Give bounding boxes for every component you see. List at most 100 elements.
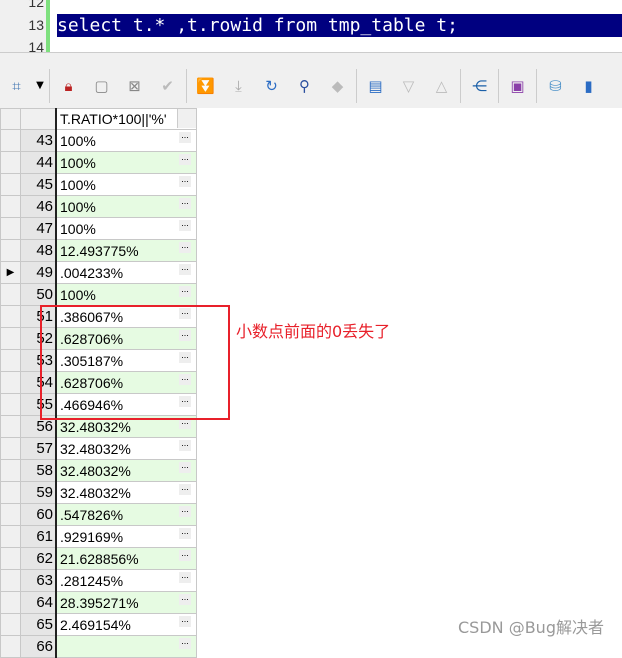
find-icon[interactable]: ⚲ xyxy=(288,77,321,95)
ratio-cell[interactable]: 100%... xyxy=(55,217,197,240)
refresh-icon[interactable]: ↻ xyxy=(255,77,288,95)
row-indicator[interactable] xyxy=(0,283,21,306)
table-row[interactable]: 65 2.469154%... xyxy=(0,613,197,636)
ratio-cell[interactable]: .281245%... xyxy=(55,569,197,592)
table-row[interactable]: 45 100%... xyxy=(0,173,197,196)
row-indicator[interactable] xyxy=(0,239,21,262)
table-row[interactable]: 47 100%... xyxy=(0,217,197,240)
column-header[interactable]: T.RATIO*100||'%' xyxy=(55,108,197,130)
row-indicator[interactable] xyxy=(0,569,21,592)
selected-sql-line[interactable]: select t.* ,t.rowid from tmp_table t; xyxy=(57,14,622,37)
post-check-icon[interactable]: ✔ xyxy=(151,77,184,95)
sql-editor[interactable]: 12 13 14 select t.* ,t.rowid from tmp_ta… xyxy=(0,0,622,52)
row-indicator[interactable] xyxy=(0,371,21,394)
ratio-cell[interactable]: 21.628856%... xyxy=(55,547,197,570)
ratio-cell[interactable]: 32.48032%... xyxy=(55,459,197,482)
table-row[interactable]: 62 21.628856%... xyxy=(0,547,197,570)
row-indicator[interactable] xyxy=(0,547,21,570)
table-row[interactable]: 60.547826%... xyxy=(0,503,197,526)
sort-asc-icon[interactable]: △ xyxy=(425,77,458,95)
table-row[interactable]: 58 32.48032%... xyxy=(0,459,197,482)
row-indicator[interactable] xyxy=(0,129,21,152)
table-row[interactable]: 44 100%... xyxy=(0,151,197,174)
table-row[interactable]: 57 32.48032%... xyxy=(0,437,197,460)
table-row[interactable]: 66... xyxy=(0,635,197,658)
row-indicator[interactable] xyxy=(0,305,21,328)
row-indicator[interactable] xyxy=(0,393,21,416)
ratio-cell[interactable]: 100%... xyxy=(55,195,197,218)
cell-edit-button[interactable]: ... xyxy=(179,241,191,253)
cell-edit-button[interactable]: ... xyxy=(179,571,191,583)
ratio-cell[interactable]: 100%... xyxy=(55,129,197,152)
table-row[interactable]: 43 100%... xyxy=(0,129,197,152)
ratio-cell[interactable]: 100%... xyxy=(55,283,197,306)
ratio-cell[interactable]: 100%... xyxy=(55,151,197,174)
row-indicator[interactable] xyxy=(0,437,21,460)
dropdown-arrow-icon[interactable]: ▼ xyxy=(33,80,47,91)
ratio-cell[interactable]: 2.469154%... xyxy=(55,613,197,636)
save-icon[interactable]: ▣ xyxy=(501,77,534,95)
row-indicator[interactable] xyxy=(0,173,21,196)
row-indicator[interactable] xyxy=(0,217,21,240)
cell-edit-button[interactable]: ... xyxy=(179,461,191,473)
table-row[interactable]: 46 100%... xyxy=(0,195,197,218)
row-indicator[interactable] xyxy=(0,327,21,350)
cell-edit-button[interactable]: ... xyxy=(179,285,191,297)
row-indicator[interactable] xyxy=(0,635,21,658)
cell-edit-button[interactable]: ... xyxy=(179,527,191,539)
cell-value: 28.395271% xyxy=(60,594,139,611)
ratio-cell[interactable]: 28.395271%... xyxy=(55,591,197,614)
cell-edit-button[interactable]: ... xyxy=(179,175,191,187)
table-row[interactable]: 48 12.493775%... xyxy=(0,239,197,262)
cell-edit-button[interactable]: ... xyxy=(179,593,191,605)
table-row[interactable]: 64 28.395271%... xyxy=(0,591,197,614)
fetch-next-icon[interactable]: ⏬ xyxy=(189,77,222,95)
delete-record-icon[interactable]: ⊠ xyxy=(118,77,151,95)
record-view-icon[interactable]: ▤ xyxy=(359,77,392,95)
ratio-cell[interactable]: 32.48032%... xyxy=(55,437,197,460)
row-indicator[interactable] xyxy=(0,195,21,218)
row-indicator[interactable] xyxy=(0,525,21,548)
clear-icon[interactable]: ◆ xyxy=(321,77,354,95)
table-row[interactable]: ▶ 49.004233%... xyxy=(0,261,197,284)
cell-edit-button[interactable]: ... xyxy=(179,197,191,209)
query-tree-icon[interactable]: ⋲ xyxy=(463,77,496,95)
row-indicator[interactable]: ▶ xyxy=(0,261,21,284)
row-indicator[interactable] xyxy=(0,613,21,636)
cell-edit-button[interactable]: ... xyxy=(179,153,191,165)
cell-edit-button[interactable]: ... xyxy=(179,483,191,495)
ratio-cell[interactable]: 12.493775%... xyxy=(55,239,197,262)
fetch-all-icon[interactable]: ⤓ xyxy=(222,77,255,95)
ratio-cell[interactable]: 32.48032%... xyxy=(55,481,197,504)
cell-edit-button[interactable]: ... xyxy=(179,615,191,627)
lock-icon[interactable]: 🔒︎ xyxy=(52,77,85,95)
table-row[interactable]: 63.281245%... xyxy=(0,569,197,592)
table-row[interactable]: 50 100%... xyxy=(0,283,197,306)
cell-edit-button[interactable]: ... xyxy=(179,505,191,517)
row-indicator[interactable] xyxy=(0,481,21,504)
ratio-cell[interactable]: .004233%... xyxy=(55,261,197,284)
header-button[interactable] xyxy=(177,109,196,128)
export-icon[interactable]: ⛁ xyxy=(539,77,572,95)
cell-edit-button[interactable]: ... xyxy=(179,131,191,143)
row-indicator[interactable] xyxy=(0,349,21,372)
row-indicator[interactable] xyxy=(0,591,21,614)
table-row[interactable]: 59 32.48032%... xyxy=(0,481,197,504)
row-indicator[interactable] xyxy=(0,503,21,526)
new-record-icon[interactable]: ▢ xyxy=(85,77,118,95)
ratio-cell[interactable]: ... xyxy=(55,635,197,658)
chart-icon[interactable]: ▮ xyxy=(572,77,605,95)
sort-desc-icon[interactable]: ▽ xyxy=(392,77,425,95)
row-indicator[interactable] xyxy=(0,415,21,438)
ratio-cell[interactable]: 100%... xyxy=(55,173,197,196)
ratio-cell[interactable]: .929169%... xyxy=(55,525,197,548)
cell-edit-button[interactable]: ... xyxy=(179,549,191,561)
select-mode-icon[interactable]: ⌗ xyxy=(0,77,33,95)
table-row[interactable]: 61.929169%... xyxy=(0,525,197,548)
cell-edit-button[interactable]: ... xyxy=(179,219,191,231)
cell-edit-button[interactable]: ... xyxy=(179,263,191,275)
row-indicator[interactable] xyxy=(0,151,21,174)
cell-edit-button[interactable]: ... xyxy=(179,439,191,451)
row-indicator[interactable] xyxy=(0,459,21,482)
ratio-cell[interactable]: .547826%... xyxy=(55,503,197,526)
